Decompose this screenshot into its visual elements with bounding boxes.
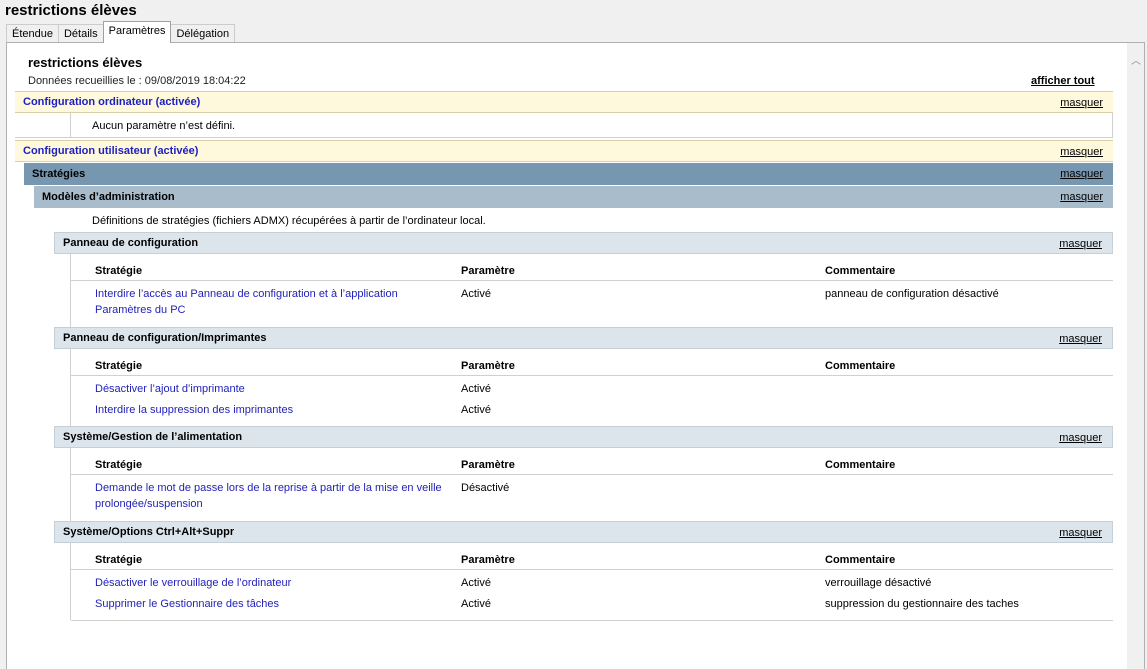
show-all-link[interactable]: afficher tout xyxy=(1031,75,1095,87)
setting-value: Activé xyxy=(461,577,491,589)
strategy-link[interactable]: Interdire la suppression des imprimantes xyxy=(95,402,293,418)
setting-value: Activé xyxy=(461,288,491,300)
tab-delegation[interactable]: Délégation xyxy=(170,24,236,43)
comment-value: suppression du gestionnaire des taches xyxy=(825,598,1019,610)
hide-link[interactable]: masquer xyxy=(1059,432,1102,444)
admx-note: Définitions de stratégies (fichiers ADMX… xyxy=(92,215,486,227)
setting-value: Désactivé xyxy=(461,482,510,494)
column-header-comment: Commentaire xyxy=(825,554,896,566)
strategies-title: Stratégies xyxy=(32,168,86,180)
setting-value: Activé xyxy=(461,598,491,610)
column-header-setting: Paramètre xyxy=(461,265,515,277)
group-header-power-management[interactable]: Système/Gestion de l’alimentation masque… xyxy=(54,426,1113,448)
admin-templates-title: Modèles d’administration xyxy=(42,191,175,203)
hide-link[interactable]: masquer xyxy=(1059,527,1102,539)
computer-config-title: Configuration ordinateur (activée) xyxy=(23,96,201,108)
column-header-strategy: Stratégie xyxy=(95,554,143,566)
group-header-control-panel[interactable]: Panneau de configuration masquer xyxy=(54,232,1113,254)
comment-value: verrouillage désactivé xyxy=(825,577,932,589)
collected-date: Données recueillies le : 09/08/2019 18:0… xyxy=(28,75,246,87)
hide-link[interactable]: masquer xyxy=(1059,238,1102,250)
setting-value: Activé xyxy=(461,383,491,395)
user-config-title: Configuration utilisateur (activée) xyxy=(23,145,199,157)
report-title: restrictions élèves xyxy=(28,55,143,70)
hide-link[interactable]: masquer xyxy=(1060,146,1103,158)
user-config-header[interactable]: Configuration utilisateur (activée) masq… xyxy=(15,140,1113,162)
hide-link[interactable]: masquer xyxy=(1059,333,1102,345)
group-title: Système/Gestion de l’alimentation xyxy=(63,431,243,443)
tab-etendue[interactable]: Étendue xyxy=(6,24,59,43)
group-title: Système/Options Ctrl+Alt+Suppr xyxy=(63,526,235,538)
report: restrictions élèves Données recueillies … xyxy=(7,43,1127,669)
divider xyxy=(71,474,1113,475)
hide-link[interactable]: masquer xyxy=(1060,191,1103,203)
admin-templates-header[interactable]: Modèles d’administration masquer xyxy=(34,186,1113,208)
divider xyxy=(15,137,1113,138)
strategy-link[interactable]: Désactiver le verrouillage de l’ordinate… xyxy=(95,575,291,591)
comment-value: panneau de configuration désactivé xyxy=(825,288,999,300)
tab-parametres[interactable]: Paramètres xyxy=(102,21,172,43)
divider xyxy=(71,280,1113,281)
column-header-setting: Paramètre xyxy=(461,360,515,372)
column-header-setting: Paramètre xyxy=(461,459,515,471)
setting-value: Activé xyxy=(461,404,491,416)
hide-link[interactable]: masquer xyxy=(1060,168,1103,180)
strategy-link[interactable]: Demande le mot de passe lors de la repri… xyxy=(95,480,455,512)
group-title: Panneau de configuration/Imprimantes xyxy=(63,332,267,344)
column-header-strategy: Stratégie xyxy=(95,265,143,277)
window-title: restrictions élèves xyxy=(5,2,137,19)
divider xyxy=(70,113,71,137)
settings-panel: ︿ restrictions élèves Données recueillie… xyxy=(6,42,1145,669)
computer-config-message: Aucun paramètre n’est défini. xyxy=(92,120,236,132)
strategy-link[interactable]: Interdire l’accès au Panneau de configur… xyxy=(95,286,435,318)
strategies-header[interactable]: Stratégies masquer xyxy=(24,163,1113,185)
hide-link[interactable]: masquer xyxy=(1060,97,1103,109)
strategy-link[interactable]: Supprimer le Gestionnaire des tâches xyxy=(95,596,279,612)
column-header-comment: Commentaire xyxy=(825,459,896,471)
divider xyxy=(71,569,1113,570)
scroll-up-icon[interactable]: ︿ xyxy=(1131,57,1141,67)
group-title: Panneau de configuration xyxy=(63,237,199,249)
computer-config-header[interactable]: Configuration ordinateur (activée) masqu… xyxy=(15,91,1113,113)
column-header-comment: Commentaire xyxy=(825,360,896,372)
column-header-strategy: Stratégie xyxy=(95,360,143,372)
divider xyxy=(71,620,1113,621)
divider xyxy=(1112,113,1113,137)
strategy-link[interactable]: Désactiver l’ajout d’imprimante xyxy=(95,381,245,397)
group-header-ctrl-alt-del[interactable]: Système/Options Ctrl+Alt+Suppr masquer xyxy=(54,521,1113,543)
column-header-comment: Commentaire xyxy=(825,265,896,277)
group-header-printers[interactable]: Panneau de configuration/Imprimantes mas… xyxy=(54,327,1113,349)
column-header-setting: Paramètre xyxy=(461,554,515,566)
column-header-strategy: Stratégie xyxy=(95,459,143,471)
divider xyxy=(71,375,1113,376)
vertical-scrollbar[interactable]: ︿ xyxy=(1127,43,1144,669)
tab-bar: Étendue Détails Paramètres Délégation xyxy=(6,21,236,43)
tab-details[interactable]: Détails xyxy=(57,24,104,43)
